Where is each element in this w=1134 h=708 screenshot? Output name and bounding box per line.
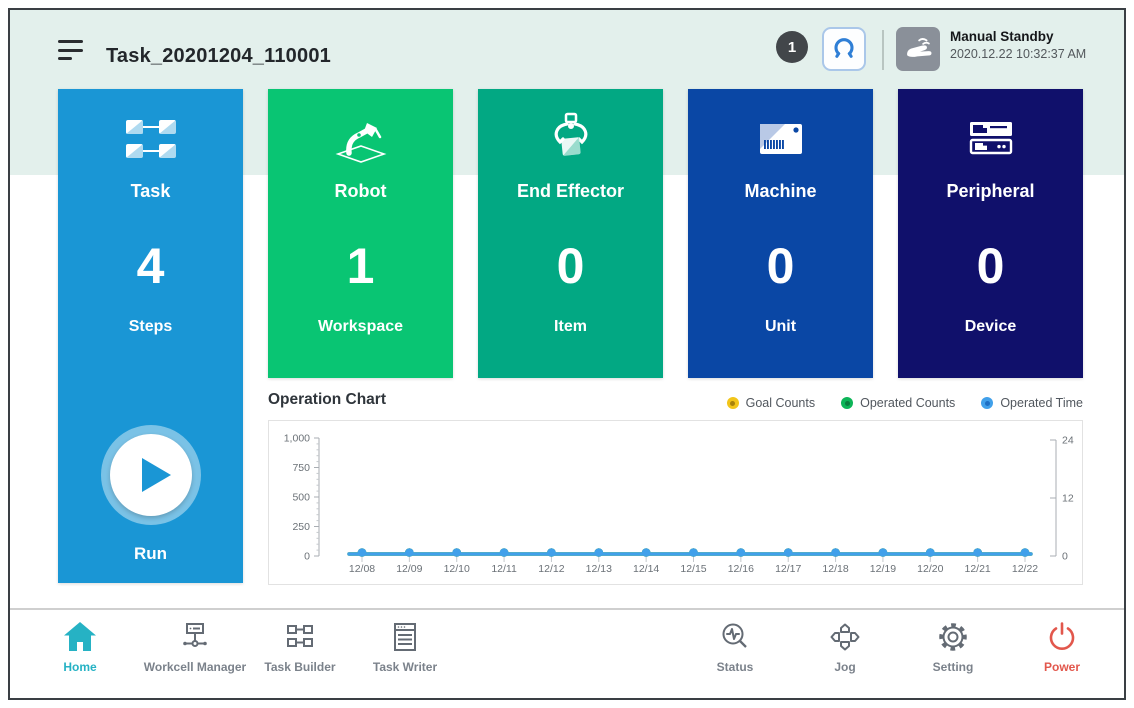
app-frame: Task_20201204_110001 1 Manual Standby 20… [8, 8, 1126, 700]
play-icon [110, 434, 192, 516]
card-title: Peripheral [898, 181, 1083, 202]
card-unit: Item [478, 318, 663, 336]
svg-text:12/11: 12/11 [491, 563, 517, 575]
legend-operated-counts: Operated Counts [841, 396, 955, 410]
goal-counts-dot-icon [727, 397, 739, 409]
card-end-effector[interactable]: End Effector 0 Item [478, 89, 663, 378]
card-title: Robot [268, 181, 453, 202]
operation-chart: 1,000 750 500 250 0 12/08 12/09 12/10 12/11 12/12… [268, 420, 1083, 585]
end-effector-tool-button[interactable] [822, 27, 866, 71]
svg-text:12/09: 12/09 [396, 563, 422, 575]
svg-text:12/14: 12/14 [633, 563, 659, 575]
manual-mode-button[interactable] [896, 27, 940, 71]
card-unit: Device [898, 318, 1083, 336]
operated-counts-dot-icon [841, 397, 853, 409]
nav-task-writer[interactable]: Task Writer [335, 619, 475, 674]
run-button-core [110, 434, 192, 516]
menu-line [58, 40, 83, 43]
svg-text:12/18: 12/18 [822, 563, 848, 575]
peripheral-icon [898, 109, 1083, 169]
svg-text:0: 0 [1062, 551, 1068, 563]
nav-label: Task Builder [264, 660, 335, 674]
legend-goal-counts: Goal Counts [727, 396, 815, 410]
nav-power[interactable]: Power [992, 619, 1126, 674]
card-unit: Unit [688, 318, 873, 336]
chart-legend: Goal Counts Operated Counts Operated Tim… [570, 396, 1083, 410]
svg-text:0: 0 [304, 551, 310, 563]
svg-text:12/17: 12/17 [775, 563, 801, 575]
task-writer-icon [386, 619, 424, 655]
card-value: 0 [478, 237, 663, 295]
hand-icon [902, 33, 934, 65]
task-icon [58, 109, 243, 169]
card-unit: Workspace [268, 318, 453, 336]
task-title: Task_20201204_110001 [106, 36, 331, 76]
operation-chart-plot: 1,000 750 500 250 0 12/08 12/09 12/10 12/11 12/12… [269, 421, 1082, 584]
svg-text:12/15: 12/15 [680, 563, 706, 575]
nav-label: Power [1044, 660, 1080, 674]
nav-label: Home [63, 660, 96, 674]
status-icon [716, 619, 754, 655]
notification-badge: 1 [776, 31, 808, 63]
svg-text:1,000: 1,000 [284, 433, 310, 445]
card-title: End Effector [478, 181, 663, 202]
nav-label: Status [717, 660, 754, 674]
card-peripheral[interactable]: Peripheral 0 Device [898, 89, 1083, 378]
menu-line [58, 57, 72, 60]
legend-operated-time: Operated Time [981, 396, 1083, 410]
card-task[interactable]: Task 4 Steps Run [58, 89, 243, 583]
run-button[interactable] [101, 425, 201, 525]
svg-text:12/13: 12/13 [586, 563, 612, 575]
header-divider [882, 30, 884, 70]
task-builder-icon [281, 619, 319, 655]
legend-label: Operated Time [1000, 396, 1083, 410]
home-icon [61, 619, 99, 655]
card-machine[interactable]: Machine 0 Unit [688, 89, 873, 378]
card-value: 0 [688, 237, 873, 295]
robot-hmi-screen: Task_20201204_110001 1 Manual Standby 20… [0, 0, 1134, 708]
nav-divider [10, 608, 1124, 610]
svg-text:12: 12 [1062, 493, 1074, 505]
legend-label: Operated Counts [860, 396, 955, 410]
card-value: 4 [58, 237, 243, 295]
gripper-icon [830, 35, 858, 63]
svg-text:750: 750 [292, 462, 310, 474]
svg-text:250: 250 [292, 521, 310, 533]
card-title: Task [58, 181, 243, 202]
robot-status: Manual Standby 2020.12.22 10:32:37 AM [950, 29, 1086, 61]
mode-status-label: Manual Standby [950, 29, 1086, 44]
power-icon [1043, 619, 1081, 655]
svg-text:500: 500 [292, 492, 310, 504]
jog-icon [826, 619, 864, 655]
card-title: Machine [688, 181, 873, 202]
gear-icon [934, 619, 972, 655]
legend-label: Goal Counts [746, 396, 815, 410]
svg-text:12/21: 12/21 [965, 563, 991, 575]
svg-text:12/16: 12/16 [728, 563, 754, 575]
nav-label: Setting [933, 660, 974, 674]
svg-text:12/10: 12/10 [444, 563, 470, 575]
nav-label: Jog [834, 660, 855, 674]
card-value: 0 [898, 237, 1083, 295]
datetime-label: 2020.12.22 10:32:37 AM [950, 47, 1086, 61]
menu-line [58, 49, 83, 52]
menu-button[interactable] [58, 40, 86, 64]
svg-text:12/12: 12/12 [538, 563, 564, 575]
svg-text:12/19: 12/19 [870, 563, 896, 575]
machine-icon [688, 109, 873, 169]
svg-text:12/08: 12/08 [349, 563, 375, 575]
card-robot[interactable]: Robot 1 Workspace [268, 89, 453, 378]
card-value: 1 [268, 237, 453, 295]
svg-text:12/20: 12/20 [917, 563, 943, 575]
end-effector-icon [478, 109, 663, 169]
svg-text:12/22: 12/22 [1012, 563, 1038, 575]
operation-chart-title: Operation Chart [268, 391, 386, 409]
card-unit: Steps [58, 318, 243, 336]
run-label: Run [58, 544, 243, 564]
operated-time-dot-icon [981, 397, 993, 409]
nav-label: Task Writer [373, 660, 437, 674]
workcell-manager-icon [176, 619, 214, 655]
robot-arm-icon [268, 109, 453, 169]
svg-text:24: 24 [1062, 435, 1074, 447]
